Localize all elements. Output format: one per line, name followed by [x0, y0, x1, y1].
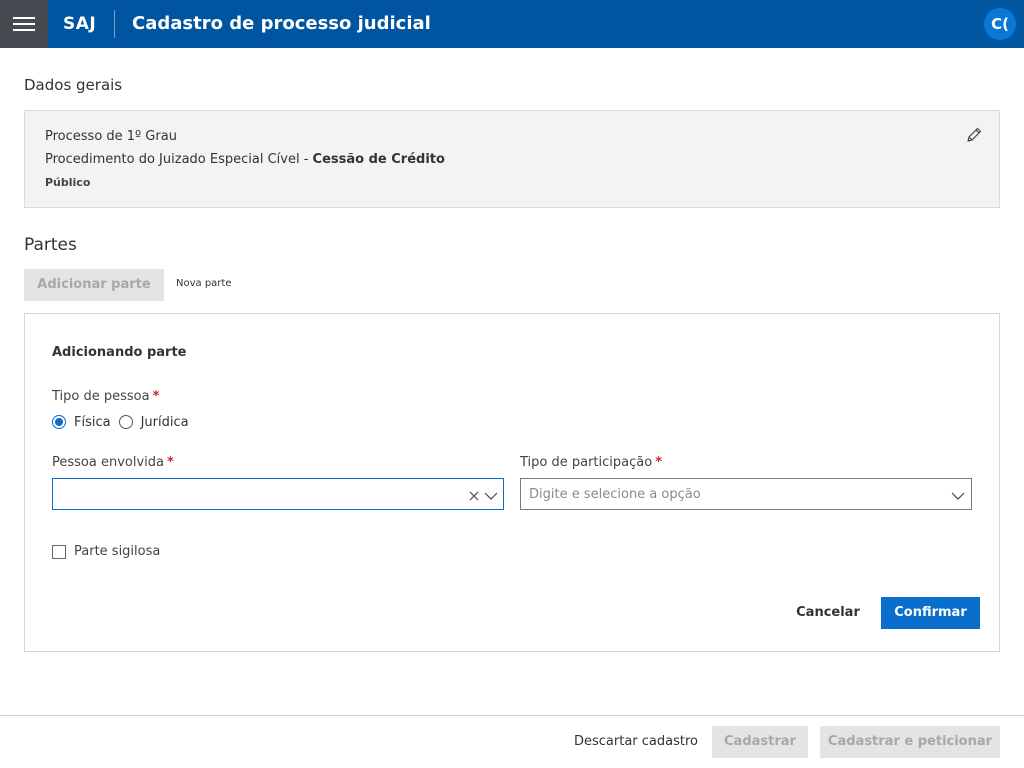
- radio-fisica[interactable]: [52, 415, 66, 429]
- radio-juridica-label[interactable]: Jurídica: [141, 415, 189, 430]
- register-and-petition-button[interactable]: Cadastrar e peticionar: [820, 726, 1000, 758]
- pessoa-envolvida-combobox[interactable]: [52, 478, 504, 510]
- footer-action-bar: Descartar cadastro Cadastrar Cadastrar e…: [0, 715, 1024, 768]
- radio-fisica-label[interactable]: Física: [74, 415, 111, 430]
- tipo-pessoa-radio-group: Física Jurídica: [52, 413, 197, 431]
- process-procedure: Procedimento do Juizado Especial Cível -…: [45, 152, 445, 167]
- top-bar: SAJ Cadastro de processo judicial C(: [0, 0, 1024, 48]
- pencil-icon[interactable]: [965, 126, 983, 144]
- required-mark: *: [152, 389, 160, 404]
- tipo-pessoa-label-text: Tipo de pessoa: [52, 389, 150, 404]
- tipo-participacao-label-text: Tipo de participação: [520, 455, 653, 470]
- discard-button[interactable]: Descartar cadastro: [562, 726, 710, 758]
- add-party-button[interactable]: Adicionar parte: [24, 269, 164, 301]
- section-title-dados-gerais: Dados gerais: [24, 76, 123, 94]
- clear-icon[interactable]: [467, 488, 481, 502]
- page-title: Cadastro de processo judicial: [132, 13, 431, 34]
- register-button[interactable]: Cadastrar: [712, 726, 808, 758]
- procedure-class: Cessão de Crédito: [312, 152, 445, 167]
- pessoa-envolvida-label: Pessoa envolvida *: [52, 455, 174, 470]
- dados-gerais-card: Processo de 1º Grau Procedimento do Juiz…: [24, 110, 1000, 208]
- pessoa-envolvida-label-text: Pessoa envolvida: [52, 455, 164, 470]
- cancel-button[interactable]: Cancelar: [785, 597, 871, 629]
- required-mark: *: [167, 455, 174, 470]
- procedure-name: Procedimento do Juizado Especial Cível -: [45, 152, 313, 167]
- process-visibility: Público: [45, 176, 91, 189]
- parte-sigilosa-row: Parte sigilosa: [52, 544, 160, 559]
- process-degree: Processo de 1º Grau: [45, 129, 177, 144]
- user-avatar[interactable]: C(: [984, 8, 1016, 40]
- required-mark: *: [655, 455, 663, 470]
- tipo-pessoa-label: Tipo de pessoa *: [52, 389, 159, 404]
- panel-title: Adicionando parte: [52, 345, 187, 360]
- tipo-participacao-label: Tipo de participação *: [520, 455, 662, 470]
- pessoa-envolvida-input[interactable]: [53, 479, 503, 509]
- parte-sigilosa-checkbox[interactable]: [52, 544, 66, 559]
- radio-juridica[interactable]: [118, 415, 133, 429]
- chevron-down-icon[interactable]: [484, 488, 498, 502]
- topbar-divider: [114, 10, 115, 38]
- chevron-down-icon[interactable]: [951, 488, 965, 502]
- tipo-participacao-combobox[interactable]: [520, 478, 972, 510]
- brand-logo[interactable]: SAJ: [63, 0, 96, 48]
- hamburger-menu-icon[interactable]: [0, 0, 48, 48]
- parte-sigilosa-label[interactable]: Parte sigilosa: [74, 544, 160, 559]
- section-title-partes: Partes: [24, 235, 77, 255]
- confirm-button[interactable]: Confirmar: [881, 597, 980, 629]
- nova-parte-tab[interactable]: Nova parte: [176, 278, 231, 289]
- add-party-panel: Adicionando parte Tipo de pessoa * Física…: [24, 313, 1000, 652]
- tipo-participacao-input[interactable]: [521, 479, 971, 509]
